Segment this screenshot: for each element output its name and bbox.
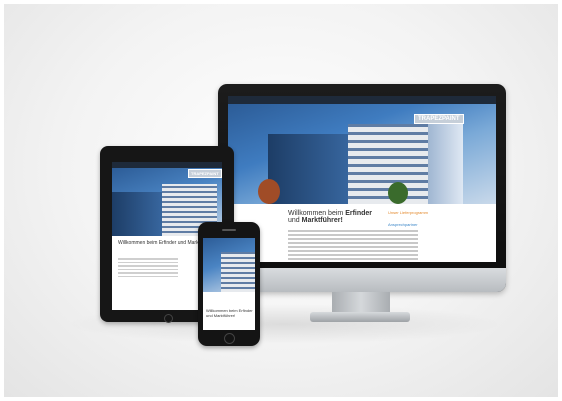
tablet-body-text <box>118 256 178 279</box>
monitor-body-text <box>288 228 418 262</box>
phone-home-button <box>224 333 235 344</box>
monitor-side-link-2[interactable]: Ansprechpartner <box>388 222 418 227</box>
phone-welcome-heading: Willkommen beim Erfinder und Marktführer… <box>206 308 253 318</box>
welcome-bold-2: Marktführer! <box>301 217 343 224</box>
monitor-chin <box>218 268 506 292</box>
welcome-prefix: Willkommen beim <box>288 210 346 217</box>
building-tower <box>428 119 463 204</box>
monitor-stand-neck <box>332 292 390 314</box>
monitor-topbar <box>228 96 496 104</box>
monitor-side-link[interactable]: Unser Lieferprogramm <box>388 210 428 215</box>
tree-green <box>388 182 408 204</box>
monitor-hero-image: TRAPEZPAINT <box>228 104 496 204</box>
tree-red <box>258 179 280 204</box>
tablet-building-glass <box>112 192 167 236</box>
phone-speaker <box>222 229 236 231</box>
tablet-home-button <box>164 314 173 323</box>
monitor-screen: TRAPEZPAINT Willkommen beim Erfinder und… <box>228 96 496 262</box>
monitor-brand-logo: TRAPEZPAINT <box>414 114 464 124</box>
phone-screen: Willkommen beim Erfinder und Marktführer… <box>203 238 255 330</box>
monitor-welcome-heading: Willkommen beim Erfinder und Marktführer… <box>288 210 372 224</box>
monitor-stand-base <box>310 312 410 322</box>
building-glass <box>268 134 358 204</box>
tablet-brand-logo: TRAPEZPAINT <box>188 169 222 178</box>
welcome-mid: und <box>288 217 302 224</box>
welcome-bold-1: Erfinder <box>345 210 373 217</box>
phone-hero-image <box>203 238 255 292</box>
phone-building <box>221 252 255 292</box>
